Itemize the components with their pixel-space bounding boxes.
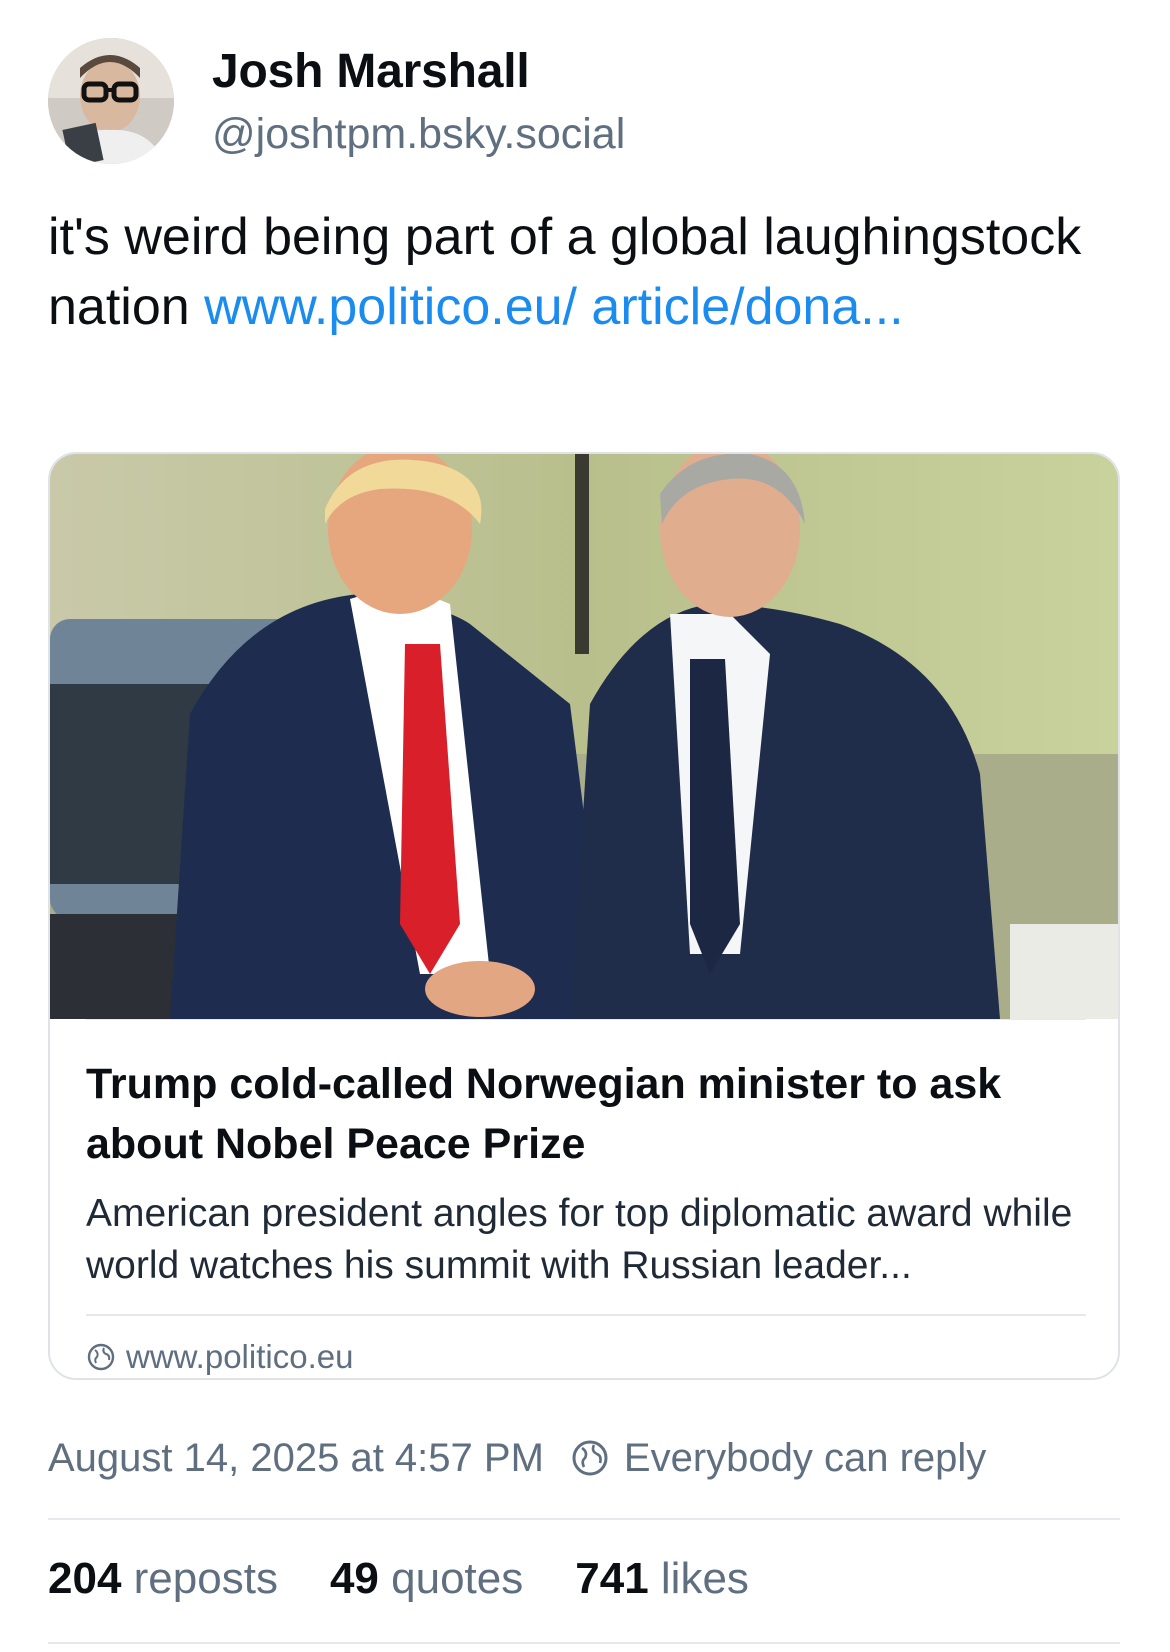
author-avatar[interactable] [48, 38, 174, 164]
post-author-header: Josh Marshall @joshtpm.bsky.social [48, 36, 1118, 166]
reposts-count: 204 [48, 1554, 122, 1603]
globe-icon [86, 1342, 116, 1372]
link-preview-body: Trump cold-called Norwegian minister to … [86, 1019, 1086, 1376]
link-preview-domain-row: www.politico.eu [86, 1338, 1086, 1376]
link-preview-description: American president angles for top diplom… [86, 1192, 1073, 1287]
quotes-count: 49 [329, 1554, 379, 1603]
reposts-stat[interactable]: 204 reposts [48, 1554, 278, 1604]
likes-count: 741 [575, 1554, 649, 1603]
reply-setting-label: Everybody can reply [623, 1435, 987, 1480]
link-preview-title: Trump cold-called Norwegian minister to … [86, 1060, 1002, 1168]
likes-label: likes [660, 1554, 749, 1603]
stats-bottom-divider [48, 1642, 1120, 1644]
stats-top-divider [48, 1518, 1120, 1520]
post-inline-link[interactable]: www.politico.eu/ article/dona... [204, 278, 903, 336]
link-preview-domain: www.politico.eu [126, 1338, 354, 1375]
link-preview-image [50, 454, 1118, 1019]
post-stats-row: 204 reposts 49 quotes 741 likes [48, 1548, 801, 1610]
globe-icon [570, 1438, 610, 1478]
likes-stat[interactable]: 741 likes [575, 1554, 749, 1604]
reply-setting[interactable]: Everybody can reply [570, 1436, 986, 1481]
post-text: it's weird being part of a global laughi… [48, 202, 1118, 342]
quotes-stat[interactable]: 49 quotes [330, 1554, 523, 1604]
author-display-name[interactable]: Josh Marshall [212, 44, 530, 99]
quotes-label: quotes [391, 1554, 524, 1603]
link-preview-card[interactable]: Trump cold-called Norwegian minister to … [48, 452, 1120, 1380]
link-preview-divider [86, 1314, 1086, 1316]
post-timestamp: August 14, 2025 at 4:57 PM [48, 1435, 544, 1480]
author-handle[interactable]: @joshtpm.bsky.social [212, 110, 625, 159]
reposts-label: reposts [133, 1554, 278, 1603]
post-meta-row: August 14, 2025 at 4:57 PM Everybody can… [48, 1428, 1118, 1488]
